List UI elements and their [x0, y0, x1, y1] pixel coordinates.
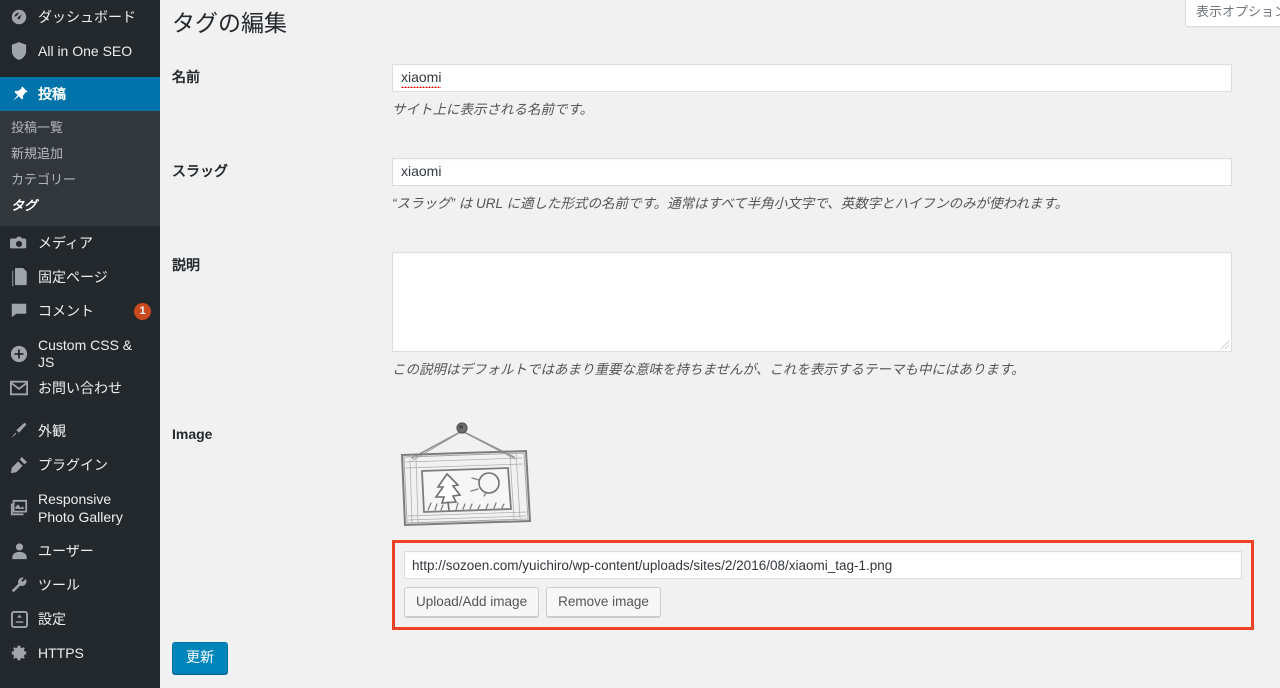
slug-input-wrapper: xiaomi: [392, 157, 1232, 186]
wrench-icon: [9, 575, 29, 595]
sidebar-item-label: HTTPS: [38, 644, 84, 661]
sidebar-item-settings[interactable]: 設定: [0, 602, 160, 636]
sidebar-item-label: 外観: [38, 422, 66, 439]
media-camera-icon: [9, 233, 29, 253]
slug-help-text: “スラッグ” は URL に適した形式の名前です。通常はすべて半角小文字で、英数…: [392, 195, 1069, 211]
submenu-item-add-new[interactable]: 新規追加: [0, 141, 160, 167]
name-input-wrapper: xiaomi: [392, 64, 1232, 92]
sidebar-item-label: Custom CSS & JS: [38, 337, 133, 370]
form-row-description: 説明 この説明はデフォルトではあまり重要な意味を持ちませんが、これを表示するテー…: [160, 238, 1280, 404]
sidebar-item-comments[interactable]: コメント 1: [0, 294, 160, 328]
envelope-icon: [9, 378, 29, 398]
sidebar-item-dashboard[interactable]: ダッシュボード: [0, 0, 160, 34]
sidebar-item-label: ダッシュボード: [38, 8, 136, 25]
sidebar-item-label: ツール: [38, 576, 80, 593]
sidebar-item-label: メディア: [38, 234, 94, 251]
sidebar-item-plugins[interactable]: プラグイン: [0, 448, 160, 482]
name-help-text: サイト上に表示される名前です。: [392, 102, 594, 117]
sidebar-item-label: コメント: [38, 302, 94, 319]
image-url-value: http://sozoen.com/yuichiro/wp-content/up…: [412, 557, 893, 573]
sidebar-item-label: お問い合わせ: [38, 379, 122, 396]
remove-image-button[interactable]: Remove image: [546, 587, 661, 618]
sidebar-item-contact-form[interactable]: お問い合わせ: [0, 371, 160, 405]
screen-options-button[interactable]: 表示オプション: [1184, 0, 1280, 27]
sidebar-item-all-in-one-seo[interactable]: All in One SEO: [0, 34, 160, 68]
user-icon: [9, 541, 29, 561]
slug-input[interactable]: [392, 157, 1232, 186]
sidebar-divider: [0, 405, 160, 414]
gallery-icon: [9, 498, 29, 518]
pin-icon: [9, 84, 29, 104]
sidebar-item-posts[interactable]: 投稿: [0, 77, 160, 111]
sidebar-item-custom-css-js[interactable]: Custom CSS & JS: [0, 337, 160, 371]
sidebar-item-https[interactable]: HTTPS: [0, 636, 160, 670]
image-url-input[interactable]: http://sozoen.com/yuichiro/wp-content/up…: [404, 551, 1242, 580]
slug-label: スラッグ: [172, 162, 228, 179]
sidebar-item-label: 設定: [38, 610, 66, 627]
admin-sidebar: ダッシュボード All in One SEO 投稿 投稿一覧 新規追加 カテゴリ…: [0, 0, 160, 688]
broken-image-placeholder-icon: [400, 422, 532, 527]
comment-count-badge: 1: [134, 302, 151, 320]
upload-add-image-button[interactable]: Upload/Add image: [404, 587, 540, 618]
pages-icon: [9, 267, 29, 287]
sidebar-item-label: ユーザー: [38, 542, 94, 559]
sidebar-item-label: Responsive Photo Gallery: [38, 491, 123, 525]
sidebar-item-tools[interactable]: ツール: [0, 568, 160, 602]
sidebar-item-label: 投稿: [38, 85, 66, 102]
posts-submenu: 投稿一覧 新規追加 カテゴリー タグ: [0, 111, 160, 226]
name-label: 名前: [172, 69, 200, 85]
dashboard-icon: [9, 7, 29, 27]
main-content: 表示オプション タグの編集 名前 xiaomi サイト上に表示される名前です。: [160, 0, 1280, 688]
sidebar-divider: [0, 68, 160, 77]
image-label: Image: [172, 426, 213, 443]
sidebar-item-users[interactable]: ユーザー: [0, 534, 160, 568]
sidebar-item-pages[interactable]: 固定ページ: [0, 260, 160, 294]
wordpress-admin-screen: ダッシュボード All in One SEO 投稿 投稿一覧 新規追加 カテゴリ…: [0, 0, 1280, 688]
form-row-name: 名前 xiaomi サイト上に表示される名前です。: [160, 50, 1280, 144]
description-textarea[interactable]: [392, 251, 1232, 352]
name-input[interactable]: [392, 64, 1232, 92]
sidebar-item-responsive-photo-gallery[interactable]: Responsive Photo Gallery: [0, 482, 160, 534]
sidebar-item-label: 固定ページ: [38, 268, 108, 285]
plug-icon: [9, 455, 29, 475]
form-row-image: Image http://sozoen.com/yuichiro/wp-cont…: [160, 403, 1280, 640]
settings-slider-icon: [9, 609, 29, 629]
sidebar-item-label: プラグイン: [38, 456, 108, 473]
sidebar-item-label: All in One SEO: [38, 42, 133, 59]
sidebar-item-appearance[interactable]: 外観: [0, 414, 160, 448]
image-button-row: Upload/Add image Remove image: [404, 587, 1242, 618]
tag-edit-form: 名前 xiaomi サイト上に表示される名前です。 スラッグ xiaomi “ス…: [160, 50, 1280, 640]
sidebar-divider: [0, 328, 160, 337]
shield-icon: [9, 41, 29, 61]
plus-circle-icon: [9, 344, 29, 364]
form-row-slug: スラッグ xiaomi “スラッグ” は URL に適した形式の名前です。通常は…: [160, 144, 1280, 238]
image-field-annotation-box: http://sozoen.com/yuichiro/wp-content/up…: [392, 540, 1254, 631]
update-button[interactable]: 更新: [172, 642, 228, 675]
submenu-item-all-posts[interactable]: 投稿一覧: [0, 115, 160, 141]
description-help-text: この説明はデフォルトではあまり重要な意味を持ちませんが、これを表示するテーマも中…: [392, 361, 1025, 377]
paintbrush-icon: [9, 421, 29, 441]
sidebar-item-media[interactable]: メディア: [0, 226, 160, 260]
submenu-item-tags[interactable]: タグ: [0, 193, 160, 219]
submit-area: 更新: [160, 638, 1280, 675]
description-label: 説明: [172, 256, 200, 273]
page-title: タグの編集: [172, 10, 287, 36]
plugin-gear-icon: [9, 643, 29, 663]
comment-bubble-icon: [9, 301, 29, 321]
resize-handle-icon[interactable]: [1218, 338, 1230, 350]
submenu-item-categories[interactable]: カテゴリー: [0, 167, 160, 193]
